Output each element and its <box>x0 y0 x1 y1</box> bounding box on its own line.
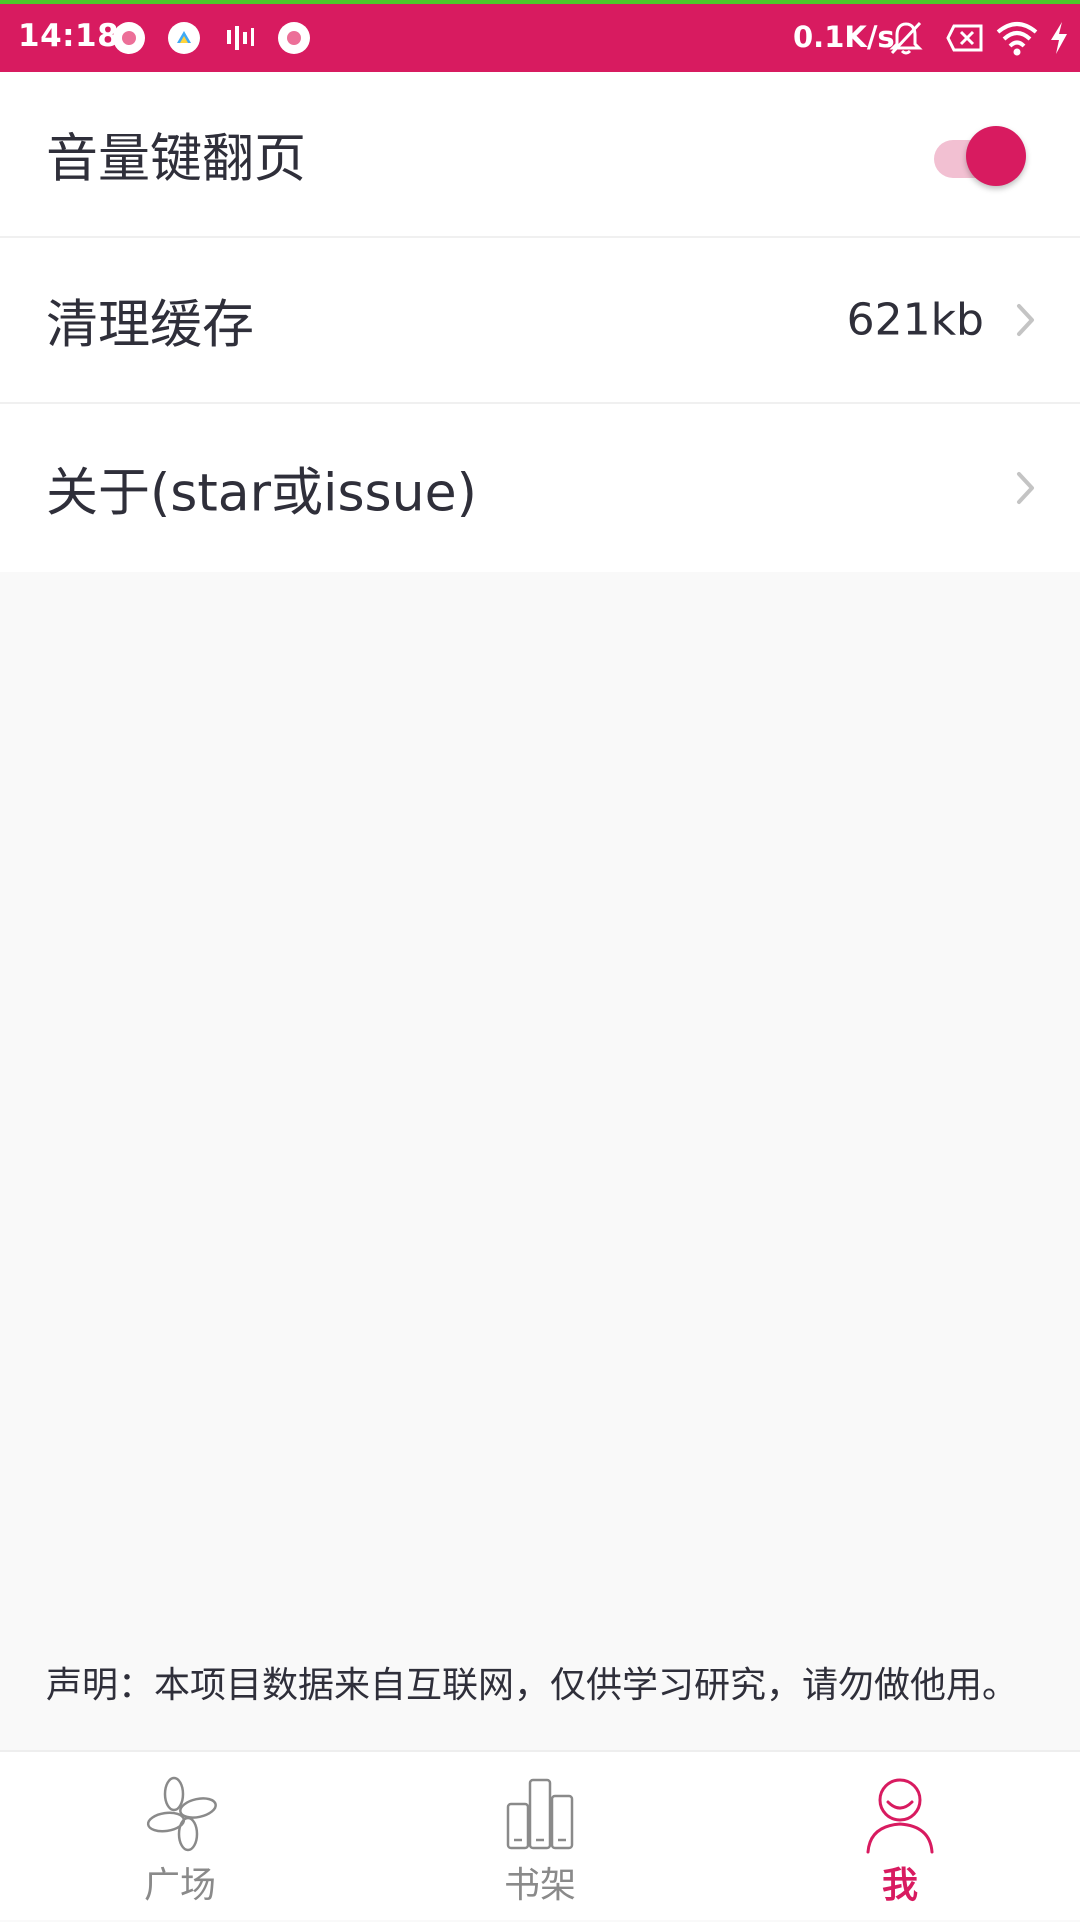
nav-label-plaza: 广场 <box>143 1865 216 1906</box>
plaza-icon <box>146 1776 217 1852</box>
volume-page-turn-toggle[interactable] <box>930 122 1026 186</box>
charging-icon <box>1048 20 1070 56</box>
nav-label-bookshelf: 书架 <box>503 1865 576 1906</box>
chevron-right-icon <box>1017 472 1034 504</box>
app-icon <box>168 22 200 54</box>
sim-off-icon <box>946 24 984 52</box>
wifi-icon <box>996 20 1038 56</box>
bookshelf-icon <box>506 1778 574 1850</box>
disclaimer-text: 声明：本项目数据来自互联网，仅供学习研究，请勿做他用。 <box>46 1665 1019 1706</box>
user-icon <box>866 1778 934 1854</box>
clear-cache-row[interactable]: 清理缓存 621kb <box>0 238 1080 404</box>
status-bar: 14:18 0.1K/s <box>0 0 1080 72</box>
notification-dot-icon <box>113 22 145 54</box>
nav-label-me: 我 <box>881 1865 918 1906</box>
clear-cache-label: 清理缓存 <box>46 295 255 356</box>
about-label: 关于(star或issue) <box>46 463 477 524</box>
cache-size-value: 621kb <box>846 294 984 346</box>
sound-bars-icon <box>224 22 256 54</box>
nav-tab-plaza[interactable]: 广场 <box>0 1752 360 1922</box>
volume-page-turn-label: 音量键翻页 <box>46 129 307 190</box>
settings-list: 音量键翻页 清理缓存 621kb 关于(star或issue) <box>0 72 1080 572</box>
volume-page-turn-row[interactable]: 音量键翻页 <box>0 72 1080 238</box>
about-row[interactable]: 关于(star或issue) <box>0 404 1080 572</box>
net-speed: 0.1K/s <box>793 20 895 54</box>
nav-tab-bookshelf[interactable]: 书架 <box>360 1752 720 1922</box>
chevron-right-icon <box>1017 304 1034 336</box>
status-time: 14:18 <box>18 18 120 54</box>
notification-dot-icon <box>278 22 310 54</box>
nav-tab-me[interactable]: 我 <box>720 1752 1080 1922</box>
toggle-thumb <box>966 126 1026 186</box>
bottom-navigation: 广场 书架 我 <box>0 1750 1080 1920</box>
bell-off-icon <box>889 20 923 56</box>
